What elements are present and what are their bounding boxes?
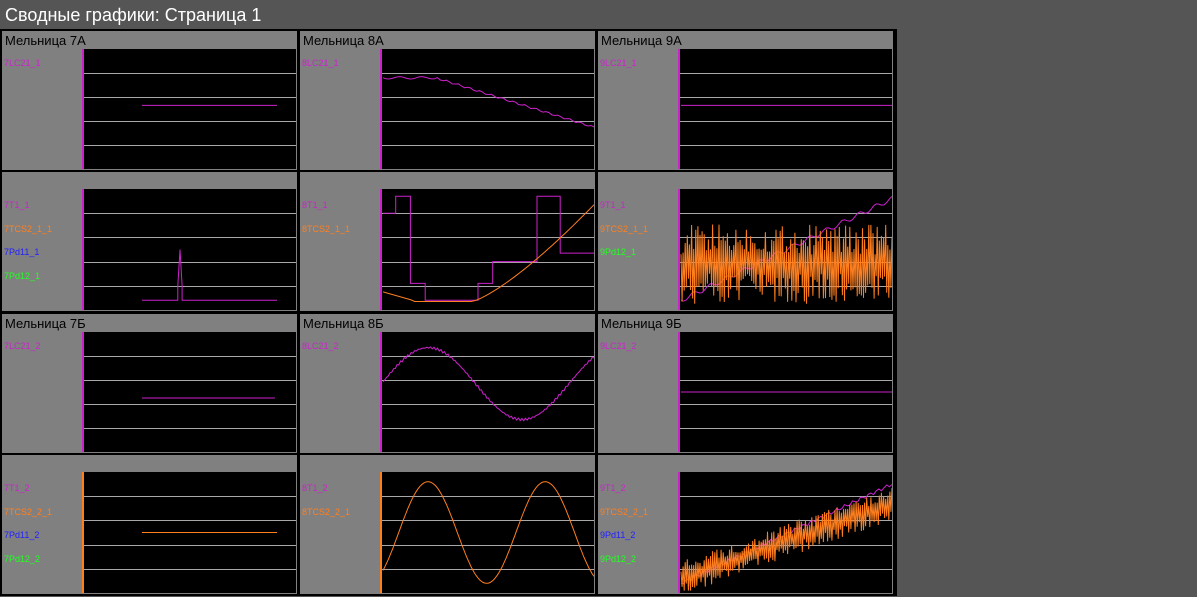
chart-panel: 7T1_2 7TCS2_2_1 7Pd11_2 7Pd12_2 bbox=[2, 455, 297, 594]
trend-plot bbox=[82, 472, 296, 593]
chart-panel: Мельница 7Б 7LC21_2 bbox=[2, 314, 297, 453]
trend-plot bbox=[380, 332, 594, 452]
tag-label-7pd11-1: 7Pd11_1 bbox=[4, 247, 40, 257]
chart-panel: 8T1_1 8TCS2_1_1 bbox=[300, 172, 595, 311]
trend-line bbox=[142, 249, 277, 301]
trend-line bbox=[382, 76, 594, 128]
tag-label-7t1-2: 7T1_2 bbox=[4, 483, 30, 493]
trend-svg bbox=[380, 332, 594, 452]
tag-label-8tcs2-2-1: 8TCS2_2_1 bbox=[302, 506, 351, 517]
chart-panel: Мельница 7А 7LC21_1 bbox=[2, 31, 297, 170]
tag-label-8lc21-2: 8LC21_2 bbox=[302, 341, 339, 351]
trend-svg bbox=[82, 49, 296, 169]
tag-label-7pd11-2: 7Pd11_2 bbox=[4, 530, 40, 540]
panel-title: Мельница 7Б bbox=[5, 316, 86, 331]
trend-plot bbox=[380, 189, 594, 310]
chart-panel: Мельница 9Б 9LC21_2 bbox=[598, 314, 893, 453]
trend-plot bbox=[678, 472, 892, 593]
trend-line bbox=[383, 195, 594, 301]
panel-title: Мельница 8А bbox=[303, 33, 384, 48]
trend-plot bbox=[678, 49, 892, 169]
tag-label-9tcs2-1-1: 9TCS2_1_1 bbox=[600, 223, 649, 234]
trend-plot bbox=[82, 332, 296, 452]
tag-label-8lc21-1: 8LC21_1 bbox=[302, 58, 339, 68]
tag-label-7pd12-2: 7Pd12_2 bbox=[4, 553, 41, 564]
tag-label-7lc21-1: 7LC21_1 bbox=[4, 58, 41, 68]
tag-label-7lc21-2: 7LC21_2 bbox=[4, 341, 41, 351]
tag-label-9pd12-2: 9Pd12_2 bbox=[600, 553, 637, 564]
chart-panel: Мельница 8Б 8LC21_2 bbox=[300, 314, 595, 453]
trend-svg bbox=[678, 332, 892, 452]
chart-panel: Мельница 8А 8LC21_1 bbox=[300, 31, 595, 170]
tag-label-9pd12-1: 9Pd12_1 bbox=[600, 247, 637, 257]
tag-label-9tcs2-2-1: 9TCS2_2_1 bbox=[600, 506, 649, 517]
tag-label-7t1-1: 7T1_1 bbox=[4, 200, 30, 210]
tag-label-7pd12-1: 7Pd12_1 bbox=[4, 270, 41, 281]
tag-label-7tcs2-1-1: 7TCS2_1_1 bbox=[4, 223, 53, 234]
trend-plot bbox=[678, 332, 892, 452]
trend-svg bbox=[380, 472, 594, 593]
trend-svg bbox=[380, 189, 594, 310]
tag-label-9t1-2: 9T1_2 bbox=[600, 483, 626, 493]
panel-title: Мельница 9А bbox=[601, 33, 682, 48]
trend-line bbox=[680, 487, 892, 591]
trend-plot bbox=[82, 49, 296, 169]
chart-panel: 7T1_1 7TCS2_1_1 7Pd11_1 7Pd12_1 bbox=[2, 172, 297, 311]
chart-panel: Мельница 9А 9LC21_1 bbox=[598, 31, 893, 170]
trend-line bbox=[382, 346, 594, 422]
trend-plot bbox=[678, 189, 892, 310]
panel-title: Мельница 8Б bbox=[303, 316, 384, 331]
tag-label-9lc21-1: 9LC21_1 bbox=[600, 58, 637, 68]
trend-svg bbox=[678, 49, 892, 169]
trend-plot bbox=[380, 49, 594, 169]
tag-label-9pd11-2: 9Pd11_2 bbox=[600, 530, 636, 540]
panel-title: Мельница 7А bbox=[5, 33, 86, 48]
trend-svg bbox=[678, 472, 892, 593]
trend-line bbox=[680, 224, 892, 304]
trend-svg bbox=[380, 49, 594, 169]
tag-label-9t1-1: 9T1_1 bbox=[600, 200, 626, 210]
trend-svg bbox=[82, 472, 296, 593]
tag-label-7tcs2-2-1: 7TCS2_2_1 bbox=[4, 506, 53, 517]
trend-svg bbox=[82, 332, 296, 452]
page-title: Сводные графики: Страница 1 bbox=[5, 5, 262, 25]
trend-plot bbox=[380, 472, 594, 593]
charts-grid: Мельница 7А 7LC21_1 Мельница 8А 8LC21_1 Мель… bbox=[0, 29, 897, 596]
panel-title: Мельница 9Б bbox=[601, 316, 682, 331]
chart-panel: 9T1_2 9TCS2_2_1 9Pd11_2 9Pd12_2 bbox=[598, 455, 893, 594]
trend-plot bbox=[82, 189, 296, 310]
tag-label-9lc21-2: 9LC21_2 bbox=[600, 341, 637, 351]
tag-label-8t1-2: 8T1_2 bbox=[302, 483, 328, 493]
chart-panel: 9T1_1 9TCS2_1_1 9Pd12_1 bbox=[598, 172, 893, 311]
chart-panel: 8T1_2 8TCS2_2_1 bbox=[300, 455, 595, 594]
tag-label-8t1-1: 8T1_1 bbox=[302, 200, 328, 210]
trend-svg bbox=[82, 189, 296, 310]
trend-svg bbox=[678, 189, 892, 310]
tag-label-8tcs2-1-1: 8TCS2_1_1 bbox=[302, 223, 351, 234]
